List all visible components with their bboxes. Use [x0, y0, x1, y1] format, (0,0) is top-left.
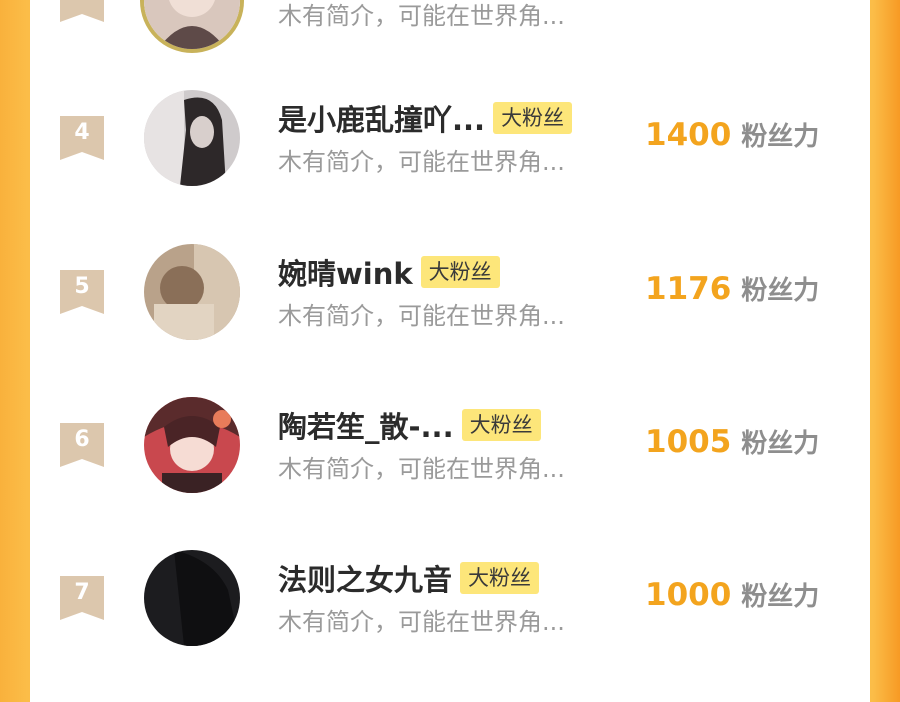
fan-score-value: 1176: [645, 271, 732, 307]
rank-tag-icon: [60, 0, 104, 22]
ranking-row[interactable]: 4 是小鹿乱撞吖... 大粉丝 木有简介，可能在世界角... 1400 粉丝力: [30, 78, 870, 198]
fan-ranking-panel: 木有简介，可能在世界角... 4 是小鹿乱撞吖... 大粉丝 木有简介，可能在世…: [30, 0, 870, 702]
rank-number: 4: [74, 120, 90, 145]
fan-score: 1000 粉丝力: [645, 576, 819, 613]
name-line: 陶若笙_散-... 大粉丝: [278, 405, 541, 445]
user-avatar-icon[interactable]: [144, 0, 240, 49]
user-intro: 木有简介，可能在世界角...: [278, 148, 565, 176]
user-intro: 木有简介，可能在世界角...: [278, 608, 565, 636]
fan-score: 1176 粉丝力: [645, 270, 819, 307]
fan-score-value: 1400: [645, 117, 732, 153]
user-avatar-icon[interactable]: [144, 90, 240, 186]
user-intro: 木有简介，可能在世界角...: [278, 2, 565, 30]
ranking-row[interactable]: 5 婉晴wink 大粉丝 木有简介，可能在世界角... 1176 粉丝力: [30, 232, 870, 352]
ranking-row[interactable]: 7 法则之女九音 大粉丝 木有简介，可能在世界角... 1000 粉丝力: [30, 538, 870, 658]
fan-score-unit: 粉丝力: [741, 276, 820, 306]
user-avatar-icon[interactable]: [144, 397, 240, 493]
rank-number: 5: [74, 274, 90, 299]
user-name[interactable]: 婉晴wink: [278, 251, 413, 293]
rank-tag-icon: 5: [60, 270, 104, 314]
fan-score: 1400 粉丝力: [645, 116, 819, 153]
rank-tag-icon: 6: [60, 423, 104, 467]
name-line: 法则之女九音 大粉丝: [278, 557, 540, 599]
ranking-row[interactable]: 木有简介，可能在世界角...: [30, 0, 870, 49]
name-line: 婉晴wink 大粉丝: [278, 252, 500, 292]
user-name[interactable]: 是小鹿乱撞吖...: [278, 97, 485, 139]
user-name[interactable]: 陶若笙_散-...: [278, 404, 454, 446]
rank-tag-icon: 7: [60, 576, 104, 620]
user-avatar-icon[interactable]: [144, 244, 240, 340]
fan-level-badge: 大粉丝: [460, 562, 540, 594]
ranking-row[interactable]: 6 陶若笙_散-... 大粉丝 木有简介，可能在世界角... 1005 粉丝力: [30, 385, 870, 505]
fan-score-unit: 粉丝力: [741, 122, 820, 152]
name-line: 是小鹿乱撞吖... 大粉丝: [278, 97, 573, 139]
rank-number: 7: [74, 580, 90, 605]
rank-tag-icon: 4: [60, 116, 104, 160]
fan-score-value: 1005: [645, 424, 732, 460]
fan-score-unit: 粉丝力: [741, 582, 820, 612]
fan-score-unit: 粉丝力: [741, 429, 820, 459]
rank-number: 6: [74, 427, 90, 452]
user-avatar-icon[interactable]: [144, 550, 240, 646]
fan-score-value: 1000: [645, 577, 732, 613]
user-intro: 木有简介，可能在世界角...: [278, 455, 565, 483]
user-name[interactable]: 法则之女九音: [278, 557, 452, 599]
user-intro: 木有简介，可能在世界角...: [278, 302, 565, 330]
fan-level-badge: 大粉丝: [461, 409, 541, 441]
fan-level-badge: 大粉丝: [493, 102, 573, 134]
fan-level-badge: 大粉丝: [420, 256, 500, 288]
fan-score: 1005 粉丝力: [645, 423, 819, 460]
